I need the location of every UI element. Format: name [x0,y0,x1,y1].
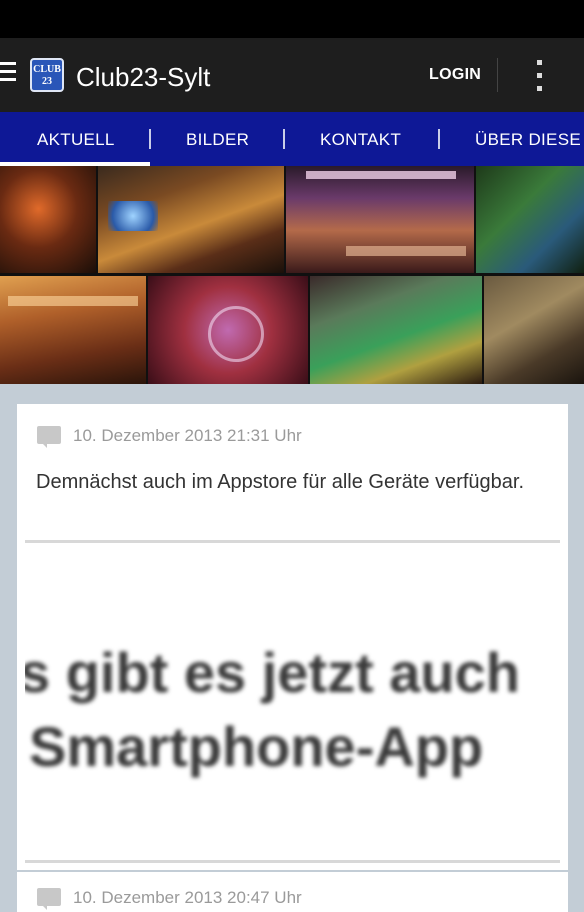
action-bar: CLUB 23 Club23-Sylt LOGIN [0,38,584,112]
news-post[interactable]: 10. Dezember 2013 21:31 Uhr Demnächst au… [17,404,568,870]
club-photo [148,276,308,384]
news-feed: 10. Dezember 2013 21:31 Uhr Demnächst au… [0,384,584,912]
post-divider [25,540,560,543]
tab-separator [149,129,151,149]
overflow-menu-icon[interactable] [537,60,543,92]
action-bar-divider [497,58,498,92]
club-photo [0,166,96,273]
login-button[interactable]: LOGIN [429,66,481,84]
tab-bilder[interactable]: BILDER [186,112,249,166]
comment-icon [37,888,61,910]
tab-separator [438,129,440,149]
club-photo [0,276,146,384]
tab-aktuell[interactable]: AKTUELL [37,112,115,166]
tab-separator [283,129,285,149]
photo-banner [0,166,584,384]
tab-bar: AKTUELL BILDER KONTAKT ÜBER DIESE A [0,112,584,166]
menu-icon[interactable] [0,62,18,86]
status-bar [0,0,584,38]
post-date: 10. Dezember 2013 21:31 Uhr [73,426,302,445]
news-post[interactable]: 10. Dezember 2013 20:47 Uhr [17,872,568,912]
post-divider [25,860,560,863]
comment-icon [37,426,61,448]
app-logo: CLUB 23 [30,58,64,92]
club-photo [484,276,584,384]
app-title: Club23-Sylt [76,62,211,92]
post-date: 10. Dezember 2013 20:47 Uhr [73,888,302,907]
tab-kontakt[interactable]: KONTAKT [320,112,401,166]
post-image-text: s gibt es jetzt auch [25,641,520,704]
club-photo [286,166,474,273]
tab-ueber-diese-app[interactable]: ÜBER DIESE A [475,112,584,166]
post-image: s gibt es jetzt auch Smartphone-App [25,565,560,841]
club-photo [310,276,482,384]
post-image-text: Smartphone-App [29,715,484,778]
post-text: Demnächst auch im Appstore für alle Gerä… [36,471,525,493]
club-photo [98,166,284,273]
club-photo [476,166,584,273]
